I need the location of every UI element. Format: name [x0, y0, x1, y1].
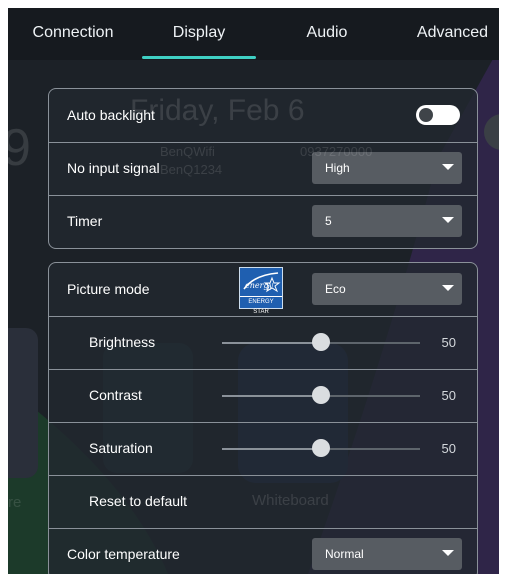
color-temperature-dropdown[interactable]: Normal [312, 538, 462, 570]
timer-value: 5 [325, 214, 332, 228]
brightness-value: 50 [441, 335, 456, 350]
picture-mode-value: Eco [325, 282, 346, 296]
saturation-slider-thumb[interactable] [312, 439, 330, 457]
tab-connection[interactable]: Connection [20, 8, 126, 60]
chevron-down-icon [442, 550, 454, 556]
timer-row: Timer 5 [49, 195, 477, 248]
no-input-signal-dropdown[interactable]: High [312, 152, 462, 184]
energy-star-icon: energy [243, 272, 281, 293]
power-settings-group: Auto backlight No input signal High Time… [48, 88, 478, 249]
color-temperature-label: Color temperature [67, 546, 180, 562]
brightness-row: Brightness 50 [49, 316, 477, 370]
chevron-down-icon [442, 217, 454, 223]
chevron-down-icon [442, 164, 454, 170]
tab-bar: Connection Display Audio Advanced [8, 8, 499, 60]
contrast-row: Contrast 50 [49, 369, 477, 423]
auto-backlight-row: Auto backlight [49, 89, 477, 143]
color-temperature-value: Normal [325, 547, 364, 561]
reset-to-default-label: Reset to default [89, 493, 188, 509]
auto-backlight-toggle[interactable] [416, 105, 460, 125]
saturation-slider-fill [222, 448, 321, 450]
no-input-signal-label: No input signal [67, 160, 160, 176]
color-temperature-row: Color temperature Normal [49, 528, 477, 574]
picture-mode-row: Picture mode energy ENERGY STAR Eco [49, 263, 477, 317]
saturation-value: 50 [441, 441, 456, 456]
energy-star-logo: energy ENERGY STAR [239, 267, 283, 315]
background-partial-digit: 9 [8, 119, 31, 177]
contrast-slider-thumb[interactable] [312, 386, 330, 404]
svg-text:energy: energy [245, 281, 274, 290]
contrast-value: 50 [441, 388, 456, 403]
reset-to-default-row[interactable]: Reset to default [49, 475, 477, 529]
no-input-signal-row: No input signal High [49, 142, 477, 196]
no-input-signal-value: High [325, 161, 350, 175]
picture-mode-label: Picture mode [67, 281, 150, 297]
picture-settings-group: Picture mode energy ENERGY STAR Eco Brig… [48, 262, 478, 574]
timer-label: Timer [67, 213, 103, 229]
brightness-label: Brightness [89, 334, 156, 350]
settings-panel: Friday, Feb 6 BenQWifi BenQ1234 09372700… [8, 8, 499, 574]
contrast-label: Contrast [89, 387, 142, 403]
tab-display[interactable]: Display [136, 8, 262, 60]
tab-audio[interactable]: Audio [288, 8, 366, 60]
saturation-row: Saturation 50 [49, 422, 477, 476]
contrast-slider-fill [222, 395, 321, 397]
energy-star-text: ENERGY STAR [240, 296, 282, 315]
brightness-slider-thumb[interactable] [312, 333, 330, 351]
picture-mode-dropdown[interactable]: Eco [312, 273, 462, 305]
toggle-knob [419, 108, 433, 122]
brightness-slider-fill [222, 342, 321, 344]
auto-backlight-label: Auto backlight [67, 107, 155, 123]
timer-dropdown[interactable]: 5 [312, 205, 462, 237]
chevron-down-icon [442, 285, 454, 291]
saturation-label: Saturation [89, 440, 153, 456]
tab-advanced[interactable]: Advanced [406, 8, 499, 60]
background-partial-label: re [8, 494, 22, 511]
